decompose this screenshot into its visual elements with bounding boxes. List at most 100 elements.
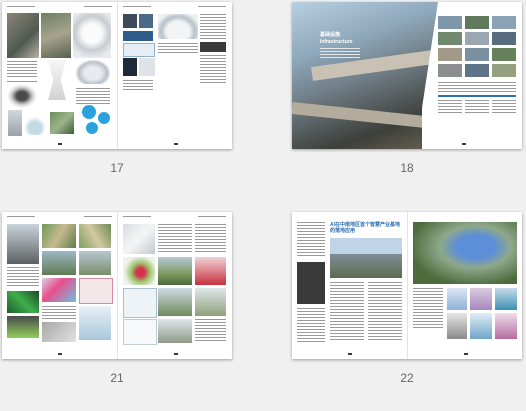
body-text (42, 306, 76, 320)
road-render (42, 251, 76, 275)
body-text (7, 267, 39, 287)
map-image (123, 224, 155, 254)
bridge-render (7, 224, 39, 264)
page-number (58, 143, 62, 145)
page-number (462, 143, 466, 145)
campus-render (413, 222, 517, 284)
section-title: 基础设施 (320, 32, 341, 38)
building-photo (330, 238, 402, 278)
road-render (79, 251, 111, 275)
page-label-22: 22 (400, 371, 414, 385)
thumb-photo (492, 16, 516, 29)
feature-badge (86, 122, 98, 134)
body-text (465, 100, 489, 114)
body-text (368, 282, 402, 342)
feature-badge (98, 112, 110, 124)
body-text (158, 224, 192, 254)
page-number (464, 353, 468, 355)
page-label-17: 17 (110, 161, 124, 175)
section-title-en: Infrastructure (320, 39, 353, 45)
body-text (330, 282, 364, 342)
header-text (123, 216, 151, 219)
header-text (123, 6, 151, 9)
spine (117, 212, 118, 359)
page-label-21: 21 (110, 371, 124, 385)
toc-text (297, 222, 325, 258)
spine (117, 2, 118, 149)
screenshot-image (123, 31, 153, 41)
aerial-photo (41, 13, 71, 58)
road-render (158, 319, 192, 343)
screenshot-image (139, 58, 155, 76)
structure-render (7, 84, 37, 108)
page-number (174, 353, 178, 355)
model-render (7, 316, 39, 338)
map-image (42, 322, 76, 342)
tower-render (48, 60, 66, 100)
thumbnail-page-22[interactable]: AI在中南地区首个智慧产业基地的落地应用 (292, 212, 522, 359)
site-photo (50, 112, 74, 134)
thumb-photo (492, 48, 516, 61)
model-render (7, 291, 39, 313)
thumbnail-page-17[interactable] (2, 2, 232, 149)
spine (407, 212, 408, 359)
render-image (447, 313, 467, 339)
body-text (438, 100, 462, 114)
road-render (195, 288, 226, 316)
road-render (158, 257, 192, 285)
road-render (158, 288, 192, 316)
model-render (76, 60, 110, 84)
thumb-photo (492, 32, 516, 45)
body-text (158, 43, 198, 53)
blue-rule (438, 95, 516, 97)
page-number (348, 353, 352, 355)
road-render (79, 224, 111, 248)
screenshot-image (123, 58, 137, 76)
caption-text (7, 61, 37, 77)
screenshot-image (139, 14, 153, 28)
body-text (492, 100, 516, 114)
map-image (79, 306, 111, 340)
header-text (198, 216, 226, 219)
thumb-photo (465, 16, 489, 29)
header-text (84, 216, 112, 219)
body-text (200, 14, 226, 40)
body-text (413, 288, 443, 328)
section-title: AI在中南地区首个智慧产业基地的落地应用 (330, 222, 401, 234)
body-text (297, 308, 325, 342)
body-text (195, 224, 226, 254)
thumbnail-page-21[interactable] (2, 212, 232, 359)
page-label-18: 18 (400, 161, 414, 175)
sidebar-block (297, 262, 325, 304)
body-text (123, 80, 153, 92)
thumb-photo (492, 64, 516, 77)
red-render (195, 257, 226, 285)
thumb-photo (438, 64, 462, 77)
panel-image (123, 43, 155, 57)
diagram-image (123, 319, 157, 345)
header-text (7, 6, 35, 9)
render-image (470, 288, 492, 310)
header-text (84, 6, 112, 9)
diagram-image (123, 288, 157, 318)
thumb-photo (465, 64, 489, 77)
header-text (198, 6, 226, 9)
body-text (195, 319, 226, 343)
intro-text (320, 48, 360, 58)
model-render (123, 257, 155, 285)
render-image (447, 288, 467, 310)
thumbnail-page-18[interactable]: 基础设施 Infrastructure (292, 2, 522, 149)
header-text (7, 216, 35, 219)
body-text (200, 55, 226, 85)
thumb-photo (438, 32, 462, 45)
thumb-photo (438, 16, 462, 29)
thumb-photo (438, 48, 462, 61)
thumb-photo (465, 48, 489, 61)
stadium-photo (7, 13, 39, 58)
chart-image (79, 278, 113, 304)
screenshot-image (123, 14, 137, 28)
tower-render (8, 110, 22, 136)
model-render (42, 278, 76, 302)
dome-render (158, 14, 198, 39)
road-render (42, 224, 76, 248)
